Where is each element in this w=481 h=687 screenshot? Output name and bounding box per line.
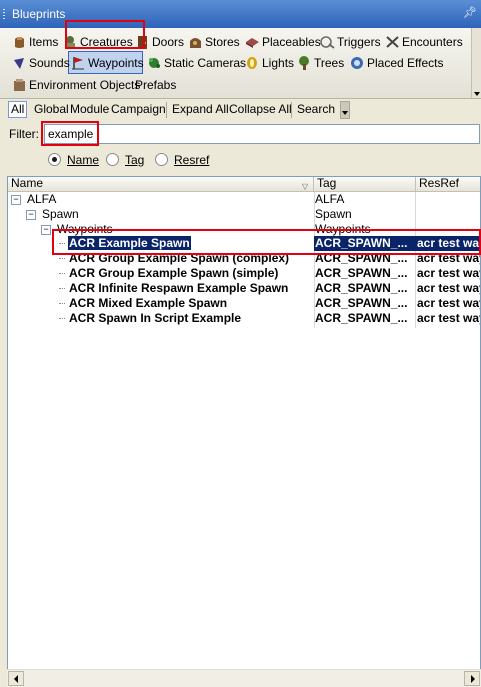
- trees-icon: [299, 56, 309, 70]
- tree-row-acr-mixed[interactable]: ACR Mixed Example Spawn ACR_SPAWN_... ac…: [8, 296, 480, 311]
- chevron-right-icon: [471, 675, 475, 683]
- encounters-icon: [386, 36, 399, 48]
- sounds-icon: [14, 58, 24, 69]
- placeables-icon: [246, 38, 259, 48]
- scope-global-button[interactable]: Global: [31, 101, 72, 118]
- tree-row-acr-group-simple[interactable]: ACR Group Example Spawn (simple) ACR_SPA…: [8, 266, 480, 281]
- category-prefabs[interactable]: Prefabs: [135, 75, 176, 95]
- environment-objects-icon: [14, 79, 25, 91]
- category-triggers[interactable]: Triggers: [320, 32, 381, 52]
- category-placeables[interactable]: Placeables: [245, 32, 321, 52]
- lights-icon: [247, 57, 257, 69]
- category-panel-scroll[interactable]: [471, 28, 481, 98]
- window-title: Blueprints: [12, 7, 66, 21]
- waypoints-highlight-box: [65, 20, 145, 49]
- scope-all-button[interactable]: All: [8, 101, 28, 118]
- chevron-left-icon: [14, 675, 18, 683]
- search-by-resref-radio[interactable]: Resref: [155, 152, 209, 168]
- filter-label: Filter:: [9, 127, 39, 141]
- tree-connector: [59, 258, 65, 259]
- scope-campaign-button[interactable]: Campaign: [108, 101, 169, 118]
- drag-grip[interactable]: [3, 9, 5, 20]
- search-button[interactable]: Search: [294, 101, 338, 118]
- collapse-icon[interactable]: −: [26, 210, 36, 220]
- scroll-right-button[interactable]: [464, 671, 480, 686]
- items-icon: [15, 37, 24, 48]
- blueprint-tree[interactable]: Name ▽ Tag ResRef − ALFA ALFA − Spawn Spaw…: [7, 176, 481, 686]
- tree-row-alfa[interactable]: − ALFA ALFA: [8, 192, 480, 207]
- tree-row-waypoints[interactable]: − Waypoints Waypoints: [8, 222, 480, 237]
- collapse-icon[interactable]: −: [11, 195, 21, 205]
- category-placed-effects[interactable]: Placed Effects: [350, 53, 444, 73]
- category-items[interactable]: Items: [12, 32, 58, 52]
- column-header-name[interactable]: Name ▽: [8, 177, 314, 191]
- column-header-resref[interactable]: ResRef: [416, 177, 480, 191]
- tree-row-acr-infinite-respawn[interactable]: ACR Infinite Respawn Example Spawn ACR_S…: [8, 281, 480, 296]
- column-header-tag[interactable]: Tag: [314, 177, 416, 191]
- scroll-left-button[interactable]: [8, 671, 24, 686]
- tree-row-acr-group-complex[interactable]: ACR Group Example Spawn (complex) ACR_SP…: [8, 251, 480, 266]
- category-stores[interactable]: Stores: [188, 32, 240, 52]
- waypoints-icon: [72, 57, 84, 70]
- scope-toolbar: All Global Module Campaign Expand All Co…: [0, 99, 481, 121]
- scope-module-button[interactable]: Module: [67, 101, 112, 118]
- category-environment-objects[interactable]: Environment Objects: [12, 75, 140, 95]
- tree-row-spawn[interactable]: − Spawn Spawn: [8, 207, 480, 222]
- tree-row-acr-example-spawn[interactable]: ACR Example Spawn ACR_SPAWN_... acr test…: [8, 236, 480, 251]
- chevron-down-icon: [474, 92, 480, 96]
- category-encounters[interactable]: Encounters: [385, 32, 463, 52]
- category-lights[interactable]: Lights: [245, 53, 294, 73]
- collapse-icon[interactable]: −: [41, 225, 51, 235]
- category-static-cameras[interactable]: Static Cameras: [147, 53, 246, 73]
- tree-connector: [59, 303, 65, 304]
- tree-connector: [59, 243, 65, 244]
- category-sounds[interactable]: Sounds: [12, 53, 70, 73]
- tree-connector: [59, 288, 65, 289]
- tree-connector: [59, 318, 65, 319]
- radio-empty-icon: [155, 153, 168, 166]
- category-trees[interactable]: Trees: [297, 53, 344, 73]
- toolbar-divider: [166, 102, 167, 118]
- placed-effects-icon: [351, 57, 363, 69]
- toolbar-overflow-button[interactable]: [340, 101, 350, 119]
- radio-empty-icon: [106, 153, 119, 166]
- toolbar-divider: [291, 102, 292, 118]
- tree-connector: [59, 273, 65, 274]
- tree-header: Name ▽ Tag ResRef: [8, 177, 480, 192]
- expand-all-button[interactable]: Expand All: [169, 101, 232, 118]
- chevron-down-icon: [342, 111, 348, 115]
- tree-row-acr-spawn-in-script[interactable]: ACR Spawn In Script Example ACR_SPAWN_..…: [8, 311, 480, 326]
- horizontal-scrollbar[interactable]: [7, 669, 481, 687]
- collapse-all-button[interactable]: Collapse All: [226, 101, 295, 118]
- pin-icon[interactable]: 📌︎: [463, 6, 477, 19]
- stores-icon: [190, 38, 201, 48]
- filter-input[interactable]: [44, 124, 480, 144]
- static-cameras-icon: [149, 58, 160, 68]
- category-waypoints[interactable]: Waypoints: [71, 53, 144, 73]
- search-by-name-radio[interactable]: Name: [48, 152, 99, 168]
- triggers-icon: [320, 36, 335, 49]
- radio-selected-icon: [48, 153, 61, 166]
- search-by-tag-radio[interactable]: Tag: [106, 152, 144, 168]
